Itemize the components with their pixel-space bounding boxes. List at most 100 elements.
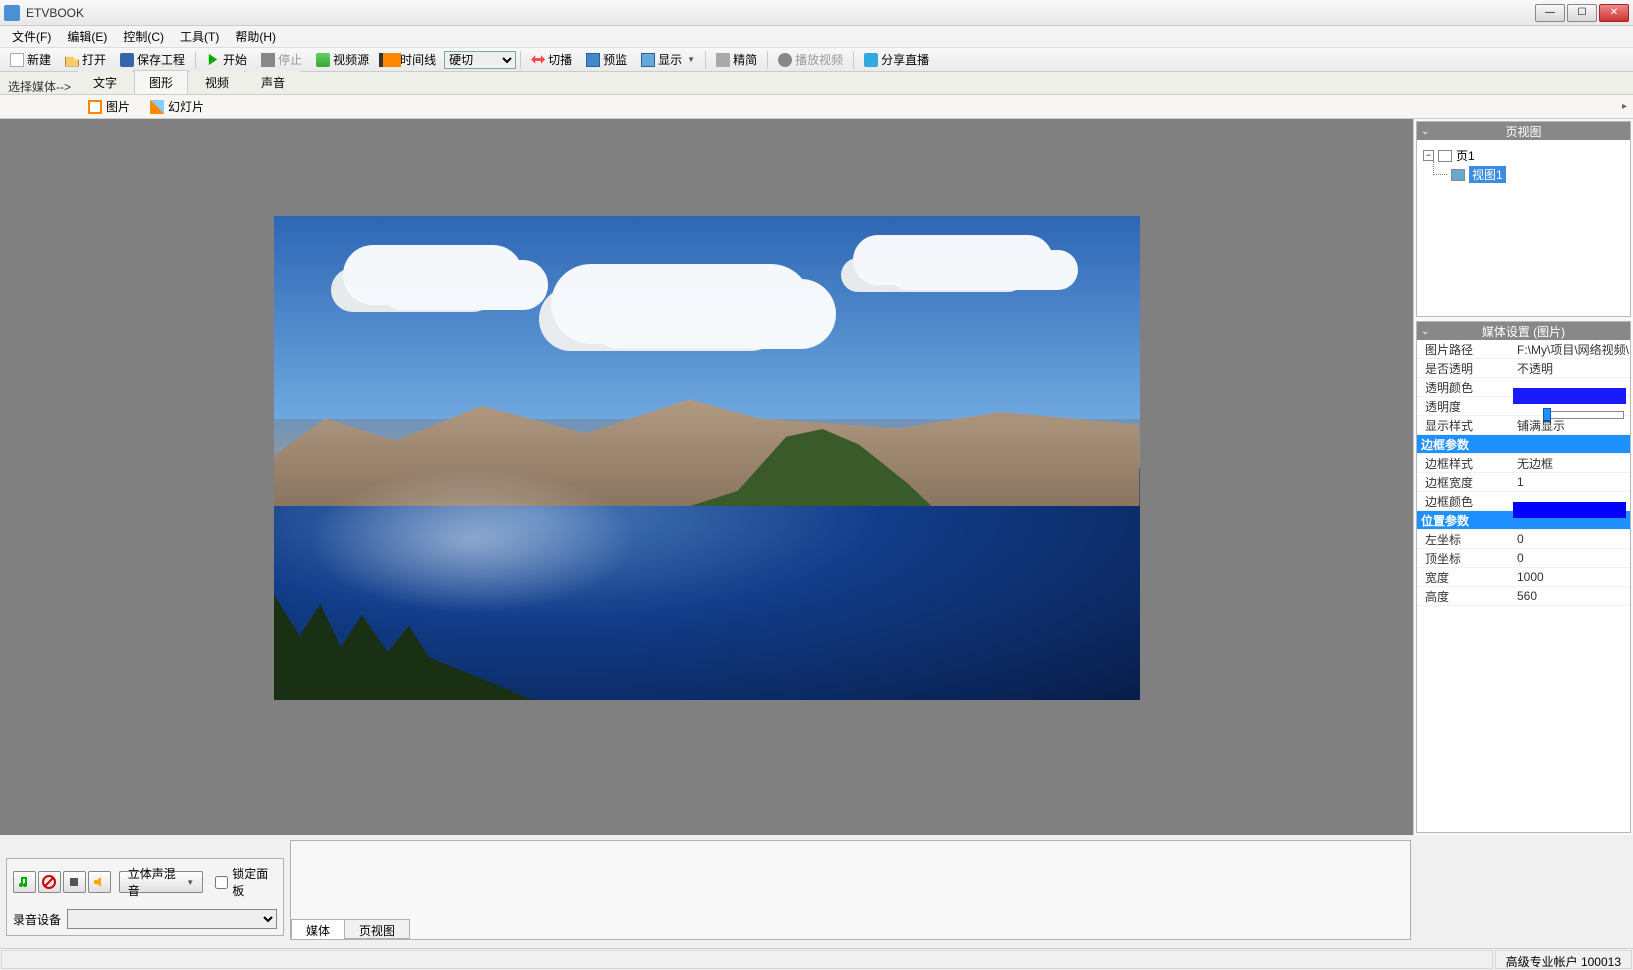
prop-row-transparent[interactable]: 是否透明不透明 bbox=[1417, 359, 1630, 378]
minimize-button[interactable]: — bbox=[1535, 4, 1565, 22]
menu-file[interactable]: 文件(F) bbox=[4, 26, 59, 47]
color-swatch[interactable] bbox=[1513, 388, 1626, 404]
audio-on-button[interactable] bbox=[13, 871, 36, 893]
select-media-label: 选择媒体--> bbox=[8, 78, 71, 95]
menu-help[interactable]: 帮助(H) bbox=[227, 26, 284, 47]
panel-collapse-icon[interactable]: ⌄ bbox=[1421, 326, 1429, 337]
ribbon-tab-text[interactable]: 文字 bbox=[78, 70, 132, 94]
switch-icon bbox=[531, 53, 545, 67]
prop-row-border-width[interactable]: 边框宽度1 bbox=[1417, 473, 1630, 492]
tree-body: − 页1 视图1 bbox=[1417, 140, 1630, 190]
ribbon-area: 选择媒体--> 文字 图形 视频 声音 图片 幻灯片 ▸ bbox=[0, 72, 1633, 119]
toolbar-stop-button[interactable]: 停止 bbox=[255, 49, 308, 70]
audio-stop-button[interactable] bbox=[63, 871, 86, 893]
image-cloud bbox=[551, 264, 811, 344]
main-toolbar: 新建 打开 保存工程 开始 停止 视频源 时间线 硬切 切播 预监 显示▼ 精简… bbox=[0, 48, 1633, 72]
prop-label: 边框宽度 bbox=[1417, 474, 1513, 491]
toolbar-share-button[interactable]: 分享直播 bbox=[858, 49, 935, 70]
toolbar-playback-button[interactable]: 播放视频 bbox=[772, 49, 849, 70]
bottom-tab-pageview[interactable]: 页视图 bbox=[344, 919, 410, 939]
toolbar-save-button[interactable]: 保存工程 bbox=[114, 49, 191, 70]
cancel-icon bbox=[42, 875, 56, 889]
prop-label: 显示样式 bbox=[1417, 417, 1513, 434]
lock-panel-input[interactable] bbox=[215, 876, 228, 889]
status-account: 高级专业帐户 100013 bbox=[1495, 950, 1632, 969]
bottom-tab-media[interactable]: 媒体 bbox=[291, 919, 345, 939]
prop-label: 图片路径 bbox=[1417, 341, 1513, 358]
media-settings-title: 媒体设置 (图片) bbox=[1482, 323, 1565, 340]
color-swatch[interactable] bbox=[1513, 502, 1626, 518]
ribbon-slides-label: 幻灯片 bbox=[168, 98, 204, 115]
recording-device-label: 录音设备 bbox=[13, 911, 61, 928]
prop-value: 无边框 bbox=[1513, 455, 1630, 472]
tree-row-child[interactable]: 视图1 bbox=[1423, 165, 1624, 184]
media-settings-panel: ⌄ 媒体设置 (图片) 图片路径F:\My\项目\网络视频\ 是否透明不透明 透… bbox=[1416, 321, 1631, 833]
toolbar-timeline-button[interactable]: 时间线 bbox=[377, 49, 442, 70]
prop-row-border-style[interactable]: 边框样式无边框 bbox=[1417, 454, 1630, 473]
toolbar-simple-button[interactable]: 精简 bbox=[710, 49, 763, 70]
toolbar-start-button[interactable]: 开始 bbox=[200, 49, 253, 70]
view-icon bbox=[1451, 169, 1465, 181]
toolbar-separator bbox=[767, 51, 768, 69]
toolbar-open-button[interactable]: 打开 bbox=[59, 49, 112, 70]
audio-speaker-button[interactable] bbox=[88, 871, 111, 893]
tree-expand-icon[interactable]: − bbox=[1423, 150, 1434, 161]
prop-row-trans-color[interactable]: 透明颜色 bbox=[1417, 378, 1630, 397]
ribbon-tab-sound[interactable]: 声音 bbox=[246, 70, 300, 94]
ribbon-slides-button[interactable]: 幻灯片 bbox=[142, 96, 212, 117]
toolbar-display-label: 显示 bbox=[658, 51, 682, 68]
timeline-icon bbox=[383, 53, 397, 67]
recording-device-select[interactable] bbox=[67, 909, 277, 929]
canvas-image[interactable] bbox=[274, 216, 1140, 700]
prop-label: 左坐标 bbox=[1417, 531, 1513, 548]
prop-row-border-color[interactable]: 边框颜色 bbox=[1417, 492, 1630, 511]
stereo-mix-label: 立体声混音 bbox=[128, 865, 185, 899]
toolbar-monitor-button[interactable]: 预监 bbox=[580, 49, 633, 70]
right-panels: ⌄ 页视图 − 页1 视图1 ⌄ 媒体设置 (图片) bbox=[1413, 119, 1633, 835]
ribbon-tab-video[interactable]: 视频 bbox=[190, 70, 244, 94]
canvas-area[interactable] bbox=[0, 119, 1413, 835]
lock-panel-checkbox[interactable]: 锁定面板 bbox=[215, 865, 277, 899]
toolbar-switch-button[interactable]: 切播 bbox=[525, 49, 578, 70]
ribbon-image-button[interactable]: 图片 bbox=[80, 96, 138, 117]
chevron-down-icon: ▼ bbox=[186, 878, 194, 887]
status-fill bbox=[1, 950, 1493, 969]
menu-control[interactable]: 控制(C) bbox=[115, 26, 172, 47]
prop-value: 0 bbox=[1513, 532, 1630, 546]
prop-row-left[interactable]: 左坐标0 bbox=[1417, 530, 1630, 549]
prop-row-width[interactable]: 宽度1000 bbox=[1417, 568, 1630, 587]
toolbar-display-button[interactable]: 显示▼ bbox=[635, 49, 701, 70]
menu-tools[interactable]: 工具(T) bbox=[172, 26, 227, 47]
maximize-button[interactable]: ☐ bbox=[1567, 4, 1597, 22]
prop-label: 透明度 bbox=[1417, 398, 1513, 415]
prop-row-top[interactable]: 顶坐标0 bbox=[1417, 549, 1630, 568]
pageview-panel-title: 页视图 bbox=[1505, 123, 1541, 140]
stereo-mix-button[interactable]: 立体声混音▼ bbox=[119, 871, 204, 893]
prop-row-image-path[interactable]: 图片路径F:\My\项目\网络视频\ bbox=[1417, 340, 1630, 359]
prop-row-height[interactable]: 高度560 bbox=[1417, 587, 1630, 606]
transition-select[interactable]: 硬切 bbox=[444, 51, 516, 69]
image-cloud bbox=[853, 235, 1053, 285]
toolbar-new-button[interactable]: 新建 bbox=[4, 49, 57, 70]
audio-off-button[interactable] bbox=[38, 871, 61, 893]
music-on-icon bbox=[17, 875, 31, 889]
open-icon bbox=[65, 53, 79, 67]
main-area: ⌄ 页视图 − 页1 视图1 ⌄ 媒体设置 (图片) bbox=[0, 119, 1633, 835]
image-cloud bbox=[343, 245, 523, 305]
prop-row-display-style[interactable]: 显示样式铺满显示 bbox=[1417, 416, 1630, 435]
toolbar-videosource-button[interactable]: 视频源 bbox=[310, 49, 375, 70]
prop-section-label: 边框参数 bbox=[1417, 436, 1469, 453]
ribbon-expand-arrow[interactable]: ▸ bbox=[1622, 101, 1627, 112]
speaker-icon bbox=[92, 875, 106, 889]
toolbar-simple-label: 精简 bbox=[733, 51, 757, 68]
close-button[interactable]: ✕ bbox=[1599, 4, 1629, 22]
ribbon-tab-shape[interactable]: 图形 bbox=[134, 70, 188, 95]
media-settings-header: ⌄ 媒体设置 (图片) bbox=[1417, 322, 1630, 340]
panel-collapse-icon[interactable]: ⌄ bbox=[1421, 126, 1429, 137]
tree-row-root[interactable]: − 页1 bbox=[1423, 146, 1624, 165]
toolbar-separator bbox=[520, 51, 521, 69]
toolbar-playback-label: 播放视频 bbox=[795, 51, 843, 68]
monitor-icon bbox=[586, 53, 600, 67]
menu-edit[interactable]: 编辑(E) bbox=[59, 26, 115, 47]
save-icon bbox=[120, 53, 134, 67]
